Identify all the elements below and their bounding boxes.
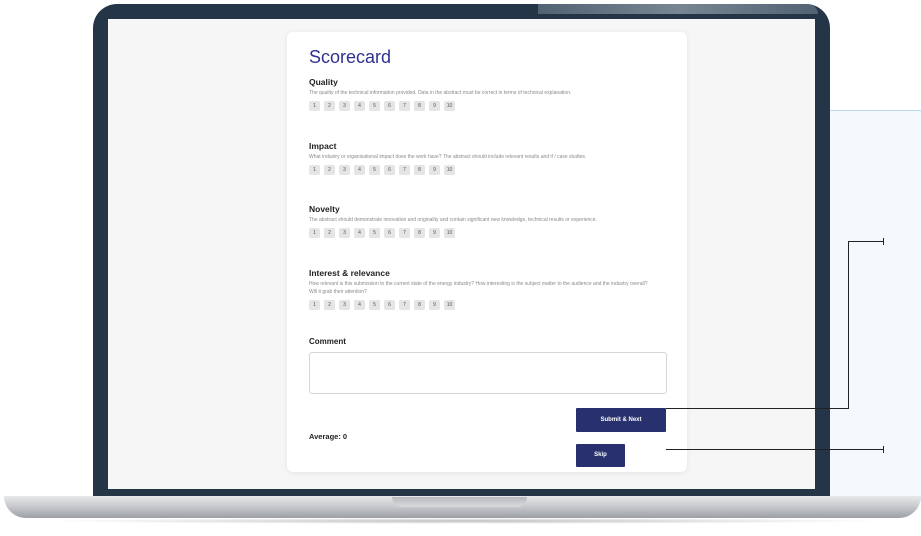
side-panel [826,110,921,501]
rating-button-1[interactable]: 1 [309,228,320,238]
comment-textarea[interactable] [309,352,667,394]
rating-button-3[interactable]: 3 [339,101,350,111]
callout-line-skip [666,449,884,450]
rating-button-7[interactable]: 7 [399,165,410,175]
skip-button[interactable]: Skip [576,444,625,467]
rating-row: 1 2 3 4 5 6 7 8 9 10 [309,300,654,310]
rating-button-4[interactable]: 4 [354,228,365,238]
rating-button-6[interactable]: 6 [384,228,395,238]
rating-button-4[interactable]: 4 [354,101,365,111]
callout-line-submit-vertical [848,241,849,409]
rating-button-5[interactable]: 5 [369,165,380,175]
section-title: Interest & relevance [309,268,390,278]
rating-button-7[interactable]: 7 [399,228,410,238]
laptop-shadow [40,518,890,524]
section-title: Quality [309,77,338,87]
submit-next-button[interactable]: Submit & Next [576,408,666,432]
section-description: The abstract should demonstrate innovati… [309,217,597,223]
callout-tick-skip [883,446,884,453]
section-title: Impact [309,141,337,151]
rating-button-8[interactable]: 8 [414,300,425,310]
rating-button-10[interactable]: 10 [444,101,455,111]
rating-button-8[interactable]: 8 [414,165,425,175]
laptop-screen: Scorecard Quality The quality of the tec… [108,19,815,489]
rating-button-2[interactable]: 2 [324,300,335,310]
section-description: How relevant is this submission to the c… [309,281,648,295]
section-interest-relevance: Interest & relevance How relevant is thi… [309,268,654,310]
rating-button-3[interactable]: 3 [339,228,350,238]
rating-row: 1 2 3 4 5 6 7 8 9 10 [309,165,654,175]
section-description: What industry or organisational impact d… [309,154,587,160]
rating-button-1[interactable]: 1 [309,300,320,310]
rating-row: 1 2 3 4 5 6 7 8 9 10 [309,228,654,238]
page-title: Scorecard [309,47,392,67]
rating-button-4[interactable]: 4 [354,165,365,175]
rating-button-6[interactable]: 6 [384,165,395,175]
callout-tick-submit [883,238,884,245]
rating-button-4[interactable]: 4 [354,300,365,310]
rating-button-10[interactable]: 10 [444,165,455,175]
rating-button-9[interactable]: 9 [429,165,440,175]
scorecard-card: Scorecard Quality The quality of the tec… [287,32,687,472]
section-impact: Impact What industry or organisational i… [309,141,654,175]
rating-button-8[interactable]: 8 [414,101,425,111]
rating-button-5[interactable]: 5 [369,101,380,111]
rating-button-9[interactable]: 9 [429,228,440,238]
rating-button-2[interactable]: 2 [324,228,335,238]
rating-button-10[interactable]: 10 [444,228,455,238]
laptop-notch [392,497,527,507]
frame-gloss [538,4,818,14]
rating-row: 1 2 3 4 5 6 7 8 9 10 [309,101,654,111]
callout-line-submit [666,408,849,409]
rating-button-5[interactable]: 5 [369,228,380,238]
rating-button-9[interactable]: 9 [429,300,440,310]
rating-button-9[interactable]: 9 [429,101,440,111]
rating-button-8[interactable]: 8 [414,228,425,238]
rating-button-1[interactable]: 1 [309,165,320,175]
comment-label: Comment [309,337,346,346]
section-novelty: Novelty The abstract should demonstrate … [309,204,654,238]
average-score: Average: 0 [309,432,348,441]
rating-button-2[interactable]: 2 [324,101,335,111]
callout-line-submit-top [848,241,884,242]
rating-button-3[interactable]: 3 [339,300,350,310]
rating-button-6[interactable]: 6 [384,101,395,111]
section-title: Novelty [309,204,340,214]
rating-button-10[interactable]: 10 [444,300,455,310]
rating-button-7[interactable]: 7 [399,300,410,310]
rating-button-1[interactable]: 1 [309,101,320,111]
rating-button-3[interactable]: 3 [339,165,350,175]
rating-button-6[interactable]: 6 [384,300,395,310]
rating-button-5[interactable]: 5 [369,300,380,310]
rating-button-7[interactable]: 7 [399,101,410,111]
section-quality: Quality The quality of the technical inf… [309,77,654,111]
rating-button-2[interactable]: 2 [324,165,335,175]
section-description: The quality of the technical information… [309,90,572,96]
